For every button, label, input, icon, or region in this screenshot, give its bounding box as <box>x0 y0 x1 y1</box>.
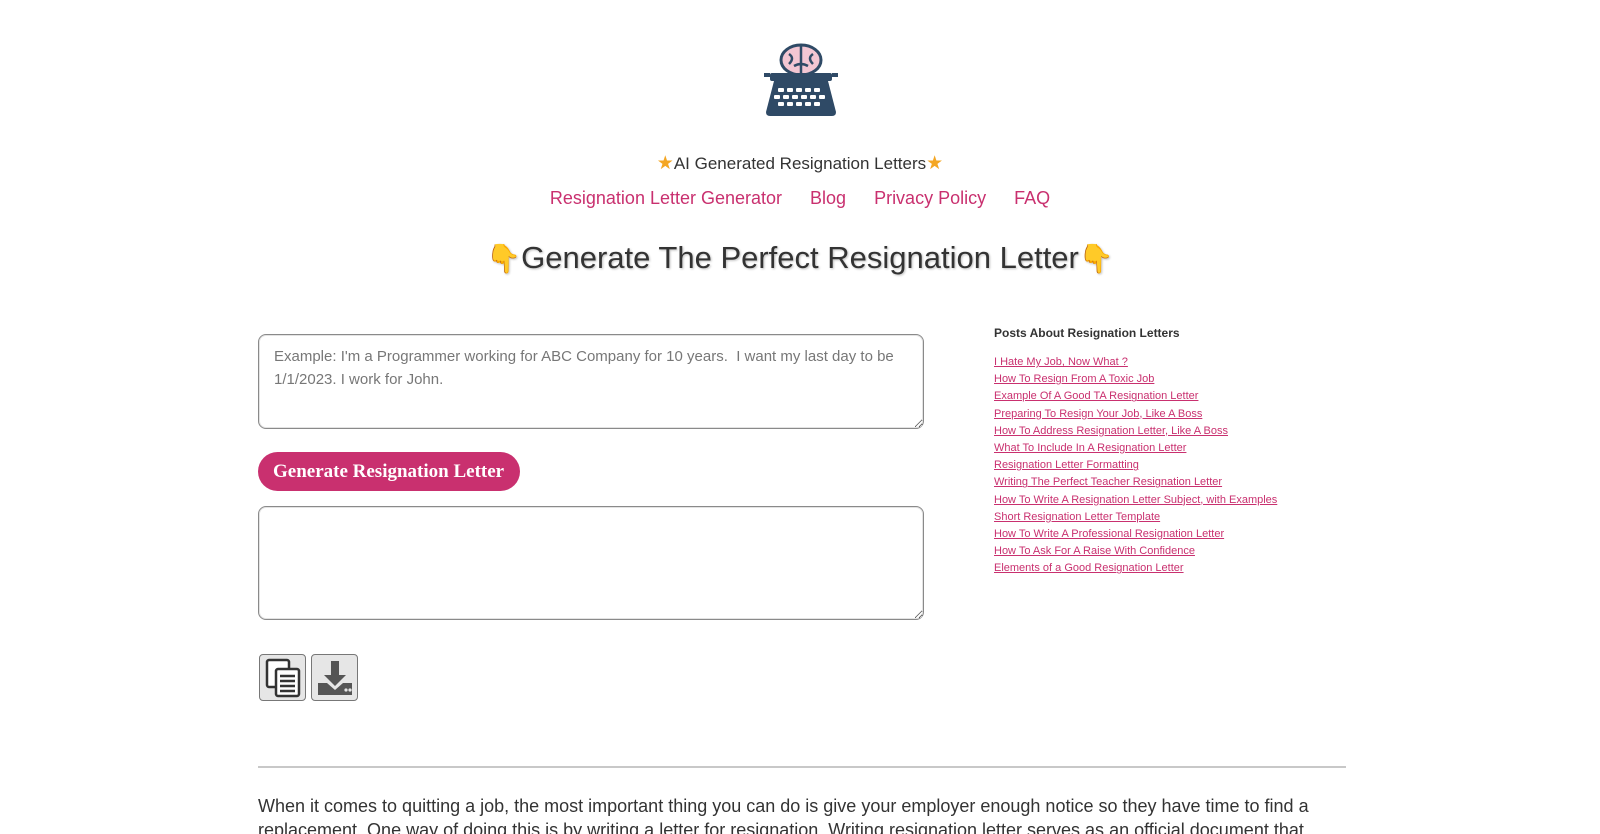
nav-link-faq[interactable]: FAQ <box>1014 188 1050 209</box>
generated-letter-output[interactable] <box>258 506 924 620</box>
list-item: I Hate My Job, Now What ? <box>994 354 1277 371</box>
post-link[interactable]: How To Ask For A Raise With Confidence <box>994 545 1195 557</box>
download-icon <box>317 660 352 695</box>
copy-icon <box>265 658 300 697</box>
pointing-down-hand-icon: 👇 <box>1078 243 1114 274</box>
list-item: How To Resign From A Toxic Job <box>994 371 1277 388</box>
star-icon: ★ <box>926 153 944 174</box>
post-link[interactable]: Writing The Perfect Teacher Resignation … <box>994 476 1222 488</box>
brain-typewriter-icon[interactable] <box>756 40 846 120</box>
post-link[interactable]: Example Of A Good TA Resignation Letter <box>994 390 1198 402</box>
post-link[interactable]: I Hate My Job, Now What ? <box>994 356 1128 368</box>
posts-list: I Hate My Job, Now What ? How To Resign … <box>994 354 1277 578</box>
list-item: Elements of a Good Resignation Letter <box>994 560 1277 577</box>
list-item: Resignation Letter Formatting <box>994 457 1277 474</box>
list-item: How To Ask For A Raise With Confidence <box>994 543 1277 560</box>
list-item: How To Write A Resignation Letter Subjec… <box>994 492 1277 509</box>
sidebar-title: Posts About Resignation Letters <box>994 326 1180 340</box>
page-headline: 👇Generate The Perfect Resignation Letter… <box>0 240 1600 276</box>
list-item: What To Include In A Resignation Letter <box>994 440 1277 457</box>
list-item: How To Write A Professional Resignation … <box>994 526 1277 543</box>
job-details-input[interactable] <box>258 334 924 429</box>
page: ★AI Generated Resignation Letters★ Resig… <box>0 0 1600 834</box>
main-nav: Resignation Letter Generator Blog Privac… <box>0 188 1600 209</box>
download-button[interactable] <box>311 654 358 701</box>
generate-letter-button[interactable]: Generate Resignation Letter <box>258 452 520 491</box>
star-icon: ★ <box>656 153 674 174</box>
list-item: Short Resignation Letter Template <box>994 509 1277 526</box>
posts-sidebar: Posts About Resignation Letters I Hate M… <box>994 326 1277 578</box>
post-link[interactable]: What To Include In A Resignation Letter <box>994 442 1186 454</box>
intro-paragraph: When it comes to quitting a job, the mos… <box>258 796 1309 834</box>
post-link[interactable]: How To Address Resignation Letter, Like … <box>994 425 1228 437</box>
tagline-text: AI Generated Resignation Letters <box>673 154 927 173</box>
post-link[interactable]: How To Write A Resignation Letter Subjec… <box>994 494 1277 506</box>
post-link[interactable]: Elements of a Good Resignation Letter <box>994 562 1184 574</box>
list-item: Writing The Perfect Teacher Resignation … <box>994 474 1277 491</box>
list-item: Example Of A Good TA Resignation Letter <box>994 388 1277 405</box>
pointing-down-hand-icon: 👇 <box>486 243 522 274</box>
copy-button[interactable] <box>259 654 306 701</box>
nav-link-blog[interactable]: Blog <box>810 188 846 209</box>
list-item: How To Address Resignation Letter, Like … <box>994 423 1277 440</box>
nav-link-privacy-policy[interactable]: Privacy Policy <box>874 188 986 209</box>
post-link[interactable]: Resignation Letter Formatting <box>994 459 1139 471</box>
post-link[interactable]: How To Resign From A Toxic Job <box>994 373 1154 385</box>
post-link[interactable]: How To Write A Professional Resignation … <box>994 528 1224 540</box>
list-item: Preparing To Resign Your Job, Like A Bos… <box>994 406 1277 423</box>
nav-link-generator[interactable]: Resignation Letter Generator <box>550 188 782 209</box>
tagline: ★AI Generated Resignation Letters★ <box>0 152 1600 175</box>
post-link[interactable]: Preparing To Resign Your Job, Like A Bos… <box>994 408 1202 420</box>
headline-text: Generate The Perfect Resignation Letter <box>521 240 1079 275</box>
section-divider <box>258 766 1346 768</box>
post-link[interactable]: Short Resignation Letter Template <box>994 511 1160 523</box>
